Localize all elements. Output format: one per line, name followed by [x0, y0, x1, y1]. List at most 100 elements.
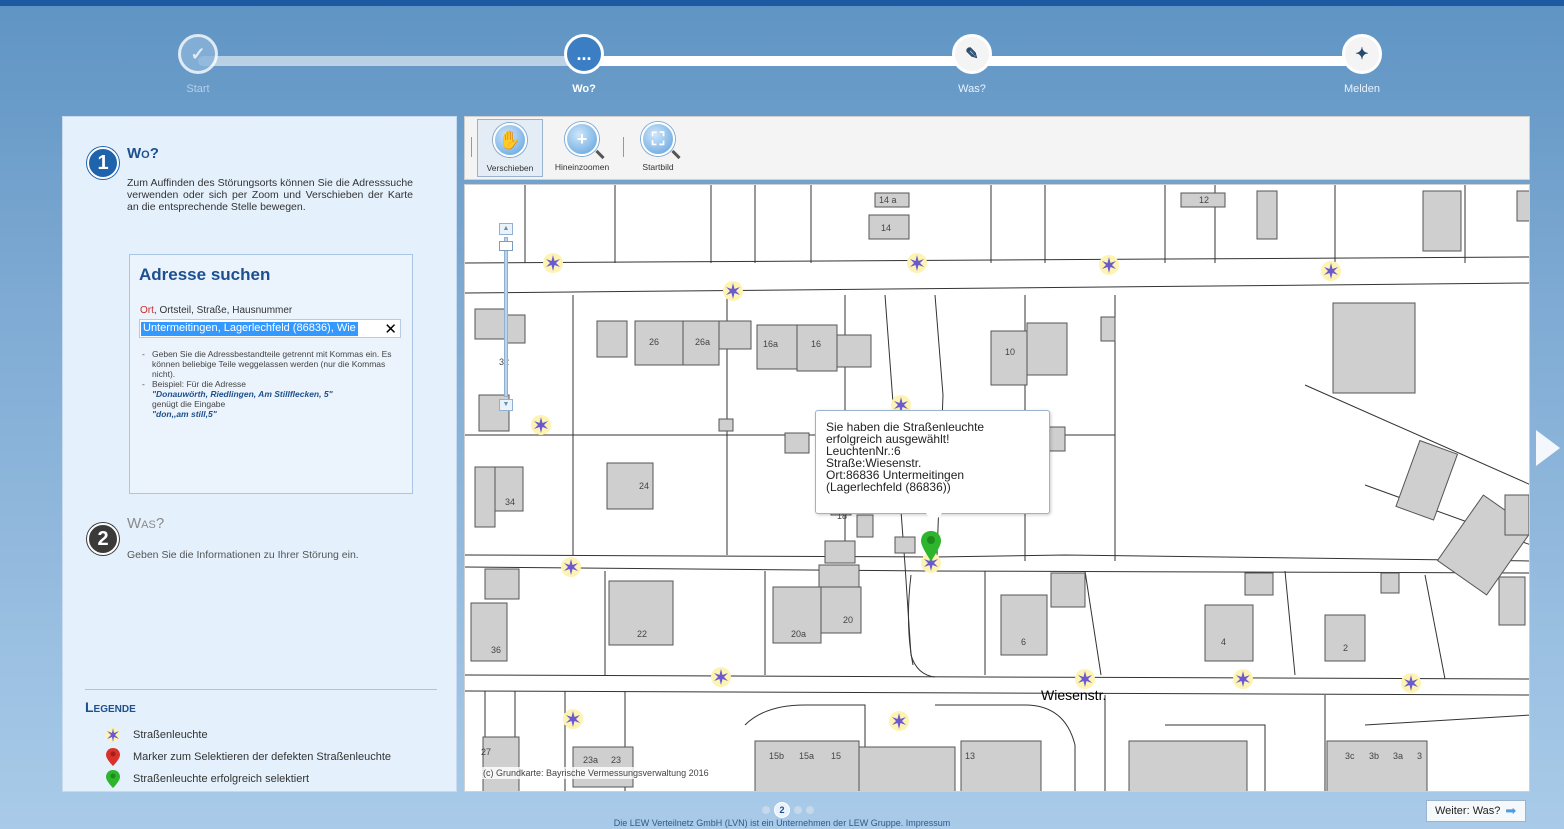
section-text-wo: Zum Auffinden des Störungsorts können Si…	[127, 177, 413, 213]
page-dot-current[interactable]: 2	[774, 802, 790, 818]
house-number: 3b	[1369, 751, 1379, 761]
section-title-wo: Wo?	[127, 145, 159, 162]
lamp-selected-popup: Sie haben die Straßenleuchte erfolgreich…	[815, 410, 1050, 523]
house-number: 14	[881, 223, 891, 233]
house-number: 24	[639, 481, 649, 491]
check-icon: ✓	[190, 43, 206, 64]
street-label: Wiesenstr.	[1041, 687, 1107, 703]
zoom-down-icon[interactable]: ▼	[499, 399, 513, 411]
house-number: 16a	[763, 339, 778, 349]
street-lamp-icon	[103, 727, 123, 743]
legend-item-green-marker: Straßenleuchte erfolgreich selektiert	[103, 770, 309, 788]
step-number-2: 2	[87, 523, 119, 555]
house-number: 27	[481, 747, 491, 757]
house-number: 12	[1199, 195, 1209, 205]
address-search-box: Adresse suchen Ort, Ortsteil, Straße, Ha…	[129, 254, 413, 494]
street-lamp-icon[interactable]	[889, 711, 909, 731]
clear-icon[interactable]: ✕	[384, 320, 397, 338]
step-start-label: Start	[186, 83, 210, 95]
street-lamp-icon[interactable]	[1401, 673, 1421, 693]
page-dot[interactable]	[806, 806, 814, 814]
house-number: 4	[1221, 637, 1226, 647]
street-lamp-icon[interactable]	[1233, 669, 1253, 689]
house-number: 15	[831, 751, 841, 761]
house-number: 14 a	[879, 195, 897, 205]
toolbar-separator	[623, 137, 624, 157]
address-search-title: Adresse suchen	[139, 265, 271, 284]
house-number: 15b	[769, 751, 784, 761]
house-number: 20a	[791, 629, 806, 639]
edit-icon: ✎	[965, 46, 979, 63]
house-number: 36	[491, 645, 501, 655]
next-arrow-icon[interactable]	[1536, 430, 1560, 466]
zoom-in-button[interactable]: + Hineinzoomen	[549, 119, 615, 177]
house-number: 3	[1417, 751, 1422, 761]
house-number: 16	[811, 339, 821, 349]
info-panel: 1 Wo? Zum Auffinden des Störungsorts kön…	[62, 116, 457, 792]
street-lamp-icon[interactable]	[711, 667, 731, 687]
legend-title: Legende	[85, 699, 136, 715]
page-dot[interactable]	[794, 806, 802, 814]
search-hint: Geben Sie die Adressbestandteile getrenn…	[140, 349, 402, 379]
zoom-up-icon[interactable]: ▲	[499, 223, 513, 235]
step-melden[interactable]: ✦ Melden	[1342, 34, 1382, 95]
legend-item-red-marker: Marker zum Selektieren der defekten Stra…	[103, 748, 391, 766]
toolbar-separator	[471, 137, 472, 157]
next-button[interactable]: Weiter: Was? ➡	[1426, 800, 1526, 822]
zoom-slider-rail[interactable]	[504, 237, 508, 397]
street-lamp-icon[interactable]	[1099, 255, 1119, 275]
street-lamp-icon[interactable]	[1075, 669, 1095, 689]
address-field-label: Ort, Ortsteil, Straße, Hausnummer	[140, 305, 293, 316]
house-number: 23	[611, 755, 621, 765]
house-number: 26a	[695, 337, 710, 347]
pan-button[interactable]: ✋ Verschieben	[477, 119, 543, 177]
address-search-value: Untermeitingen, Lagerlechfeld (86836), W…	[141, 322, 358, 336]
ellipsis-icon: ...	[576, 43, 592, 64]
house-number: 26	[649, 337, 659, 347]
house-number: 6	[1021, 637, 1026, 647]
step-was-label: Was?	[958, 83, 986, 95]
house-number: 10	[1005, 347, 1015, 357]
step-was[interactable]: ✎ Was?	[952, 34, 992, 95]
map-toolbar: ✋ Verschieben + Hineinzoomen ⛶ Startbild	[464, 116, 1530, 180]
page-dot[interactable]	[762, 806, 770, 814]
house-number: 2	[1343, 643, 1348, 653]
house-number: 15a	[799, 751, 814, 761]
hand-icon: ✋	[493, 123, 527, 157]
red-marker-icon	[103, 748, 123, 766]
legend-item-lamp: Straßenleuchte	[103, 727, 208, 743]
section-title-was: Was?	[127, 515, 165, 532]
zoom-slider-handle[interactable]	[499, 241, 513, 251]
house-number: 22	[637, 629, 647, 639]
section-text-was: Geben Sie die Informationen zu Ihrer Stö…	[127, 549, 359, 561]
step-start[interactable]: ✓ Start	[178, 34, 218, 95]
legend-divider	[85, 689, 437, 690]
street-lamp-icon[interactable]	[531, 415, 551, 435]
step-number-1: 1	[87, 147, 119, 179]
home-view-button[interactable]: ⛶ Startbild	[625, 119, 691, 177]
address-search-input[interactable]: Untermeitingen, Lagerlechfeld (86836), W…	[139, 319, 401, 338]
street-lamp-icon[interactable]	[907, 253, 927, 273]
puzzle-icon: ✦	[1355, 46, 1369, 63]
step-melden-label: Melden	[1343, 83, 1381, 95]
house-number: 20	[843, 615, 853, 625]
zoom-slider[interactable]: ▲ ▼	[499, 223, 513, 413]
street-lamp-icon[interactable]	[561, 557, 581, 577]
arrow-right-icon: ➡	[1505, 803, 1517, 818]
street-lamp-icon[interactable]	[543, 253, 563, 273]
top-bar	[0, 0, 1564, 6]
green-marker-icon	[103, 770, 123, 788]
full-extent-icon: ⛶	[641, 122, 681, 160]
map-copyright: (c) Grundkarte: Bayrische Vermessungsver…	[481, 767, 711, 779]
page-indicator: 2	[762, 802, 814, 818]
footer-text: Die LEW Verteilnetz GmbH (LVN) ist ein U…	[613, 818, 951, 828]
house-number: 13	[965, 751, 975, 761]
step-wo-label: Wo?	[572, 83, 596, 95]
house-number: 23a	[583, 755, 598, 765]
street-lamp-icon[interactable]	[723, 281, 743, 301]
step-wo[interactable]: ... Wo?	[564, 34, 604, 95]
stepper-track-done	[198, 56, 584, 66]
map-view[interactable]: 14 a 14 12 26 26a 16a 16 10 32 24 34 18 …	[464, 184, 1530, 792]
street-lamp-icon[interactable]	[563, 709, 583, 729]
street-lamp-icon[interactable]	[1321, 261, 1341, 281]
